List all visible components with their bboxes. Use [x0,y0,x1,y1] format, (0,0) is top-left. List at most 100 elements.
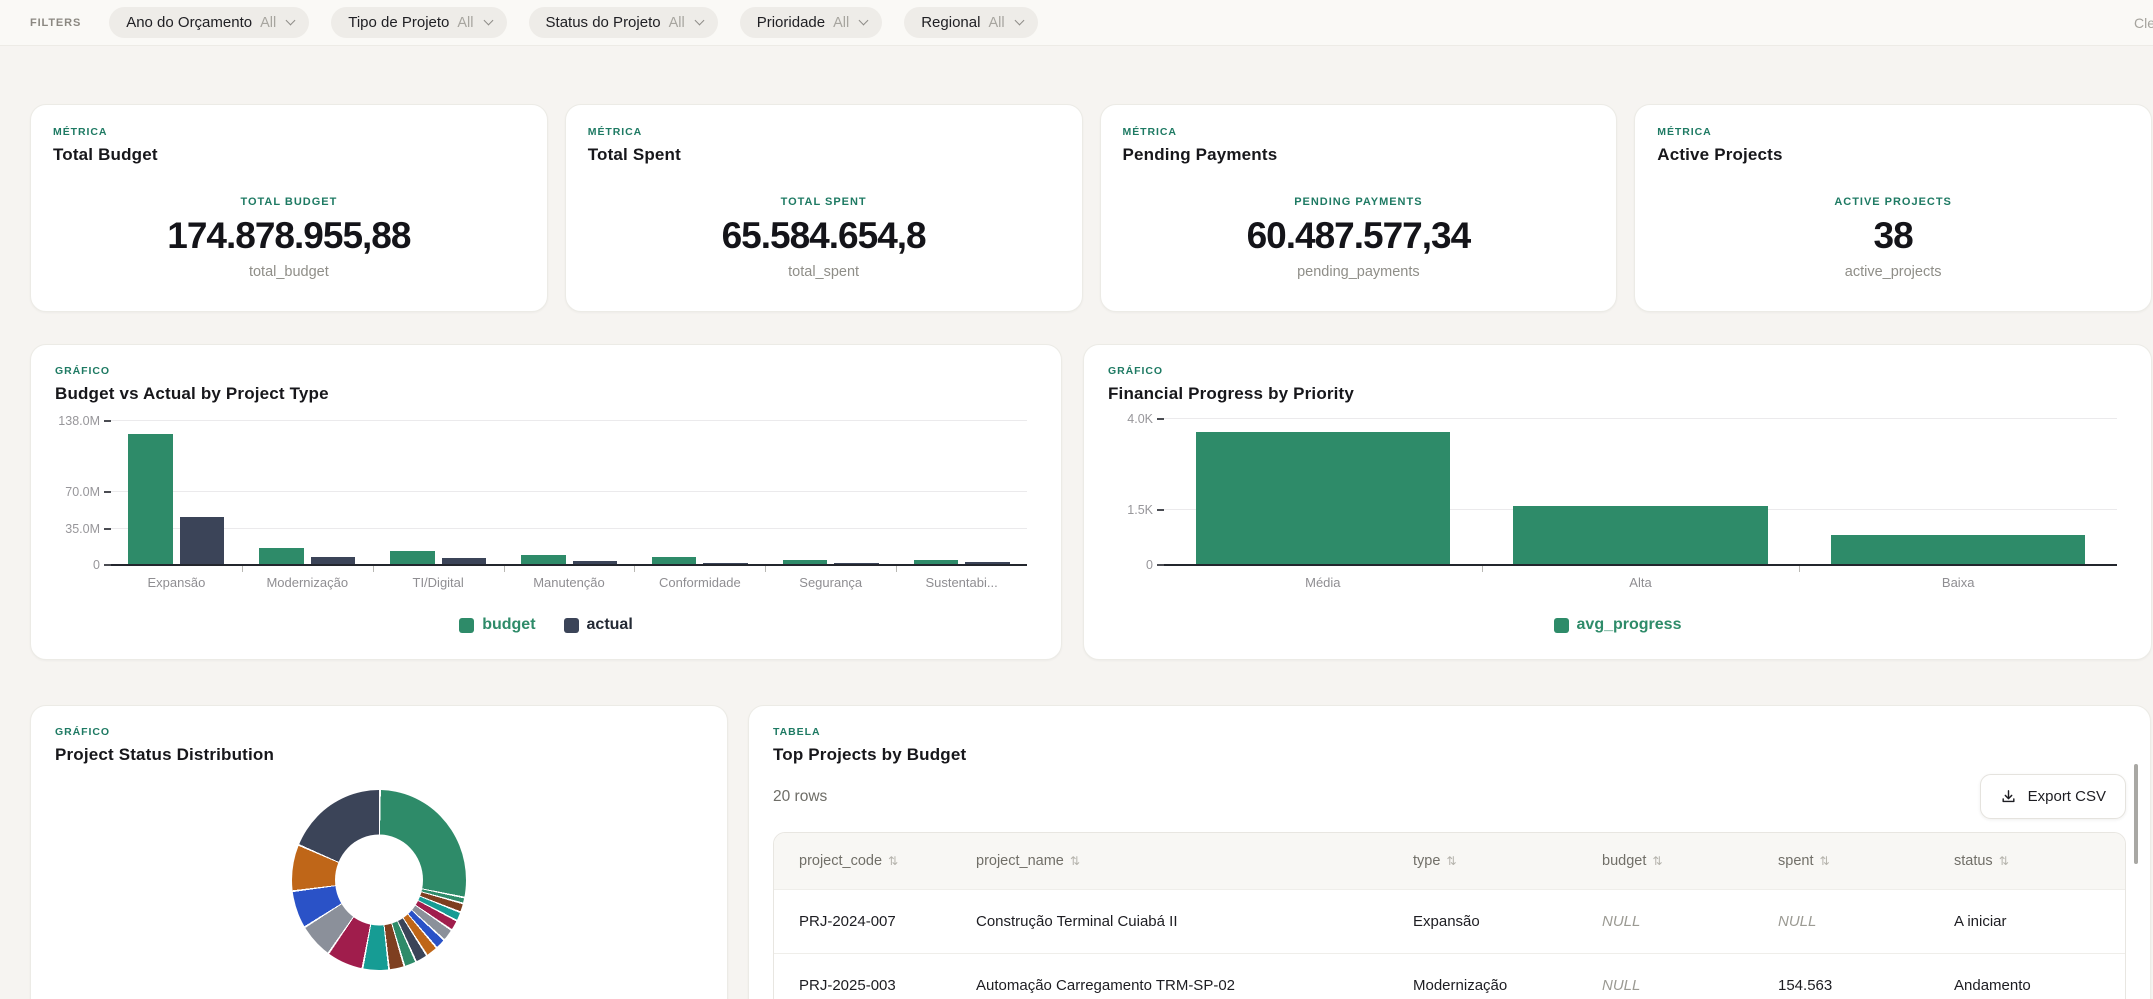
column-header-budget[interactable]: budget⇅ [1602,833,1778,890]
legend-item-actual[interactable]: actual [564,616,633,634]
filter-pill-status-do-projeto[interactable]: Status do ProjetoAll [529,7,718,38]
x-axis-tick [242,566,243,572]
dashboard-page: FILTERS Ano do OrçamentoAllTipo de Proje… [0,0,2153,999]
bar-group-alta [1482,417,1800,565]
x-axis-label-modernizacao: Modernização [242,575,373,590]
bar-budget-expansao [128,434,172,565]
table-cell: NULL [1778,890,1954,954]
legend-label: budget [482,616,535,634]
table-cell: Construção Terminal Cuiabá II [976,890,1413,954]
chart-legend: avg_progress [1108,616,2127,634]
column-header-spent[interactable]: spent⇅ [1778,833,1954,890]
y-axis-tick [104,564,111,566]
filter-pill-value: All [833,15,849,31]
column-header-project-name[interactable]: project_name⇅ [976,833,1413,890]
table-card-top-projects: TABELA Top Projects by Budget 20 rows Ex… [748,705,2151,999]
filter-bar: FILTERS Ano do OrçamentoAllTipo de Proje… [0,0,2153,46]
y-axis-tick [104,491,111,493]
x-axis-label-manutencao: Manutenção [504,575,635,590]
bar-actual-expansao [180,517,224,565]
x-axis-line [1157,564,2117,566]
chevron-down-icon [1014,16,1024,26]
bar-group-sustentabi [896,417,1027,565]
table-cell: PRJ-2025-003 [774,954,976,999]
column-header-label: type [1413,853,1440,869]
export-csv-button[interactable]: Export CSV [1980,774,2126,819]
x-axis-label-conformidade: Conformidade [634,575,765,590]
metric-kicker: MÉTRICA [1657,126,2129,138]
column-header-project-code[interactable]: project_code⇅ [774,833,976,890]
metric-value: 174.878.955,88 [53,215,525,257]
y-axis-tick-label: 0 [1146,558,1153,572]
y-axis-tick [1157,509,1164,511]
filter-pill-value: All [457,15,473,31]
metric-card-active-projects: MÉTRICAActive ProjectsACTIVE PROJECTS38a… [1634,104,2152,312]
filter-pill-ano-do-orcamento[interactable]: Ano do OrçamentoAll [109,7,309,38]
metric-kicker: MÉTRICA [53,126,525,138]
export-csv-label: Export CSV [2028,788,2106,805]
dashboard-main: MÉTRICATotal BudgetTOTAL BUDGET174.878.9… [0,46,2153,999]
y-axis-tick [104,528,111,530]
metric-label: TOTAL BUDGET [53,196,525,208]
x-axis-label-sustentabi: Sustentabi... [896,575,1027,590]
metric-card-total-spent: MÉTRICATotal SpentTOTAL SPENT65.584.654,… [565,104,1083,312]
metric-field-name: total_budget [53,264,525,280]
table-cell: NULL [1602,890,1778,954]
x-axis-label-ti-digital: TI/Digital [373,575,504,590]
chart-legend: budget actual [55,616,1037,634]
metric-label: ACTIVE PROJECTS [1657,196,2129,208]
download-icon [2000,788,2017,805]
legend-swatch [1554,618,1569,633]
legend-label: actual [587,616,633,634]
legend-swatch [564,618,579,633]
legend-label: avg_progress [1577,616,1682,634]
filter-pill-regional[interactable]: RegionalAll [904,7,1037,38]
filter-pill-label: Ano do Orçamento [126,14,252,31]
metric-value: 65.584.654,8 [588,215,1060,257]
x-axis-tick [1799,566,1800,572]
bar-group-conformidade [634,417,765,565]
metric-value: 60.487.577,34 [1123,215,1595,257]
table-scrollbar[interactable] [2134,764,2138,864]
y-axis-tick [104,420,111,422]
table-cell: Automação Carregamento TRM-SP-02 [976,954,1413,999]
legend-item-avg-progress[interactable]: avg_progress [1554,616,1682,634]
filter-pill-tipo-de-projeto[interactable]: Tipo de ProjetoAll [331,7,506,38]
column-header-type[interactable]: type ⇅ [1413,833,1602,890]
bar-group-ti-digital [373,417,504,565]
chevron-down-icon [859,16,869,26]
x-axis-labels: MédiaAltaBaixa [1164,575,2117,590]
bar-group-manutencao [504,417,635,565]
chart-title: Project Status Distribution [55,745,703,765]
bar-budget-modernizacao [259,548,303,565]
sort-icon: ⇅ [1070,854,1080,868]
sort-icon: ⇅ [1999,854,2009,868]
legend-item-budget[interactable]: budget [459,616,535,634]
table-title: Top Projects by Budget [773,745,2126,765]
column-header-status[interactable]: status ⇅ [1954,833,2126,890]
column-header-label: project_code [799,853,882,869]
y-axis-tick-label: 70.0M [65,485,100,499]
filters-label: FILTERS [30,17,81,29]
filter-pill-prioridade[interactable]: Prioridade All [740,7,883,38]
table-cell: Modernização [1413,954,1602,999]
column-header-label: status [1954,853,1993,869]
table-row: PRJ-2024-007Construção Terminal Cuiabá I… [774,890,2126,954]
chart-kicker: GRÁFICO [55,726,703,738]
chart-card-status-distribution: GRÁFICO Project Status Distribution [30,705,728,999]
x-axis-tick [634,566,635,572]
table-cell: Andamento [1954,954,2126,999]
bar-group-baixa [1799,417,2117,565]
chevron-down-icon [694,16,704,26]
table-cell: Expansão [1413,890,1602,954]
projects-table-container: project_code⇅project_name⇅type⇅budget⇅sp… [773,832,2126,999]
metric-title: Pending Payments [1123,145,1595,165]
sort-icon: ⇅ [1446,854,1456,868]
row-count: 20 rows [773,788,827,806]
metric-kicker: MÉTRICA [1123,126,1595,138]
filter-pill-label: Prioridade [757,14,825,31]
clear-filters-link[interactable]: Cle [2134,15,2153,31]
metric-card-pending-payments: MÉTRICAPending PaymentsPENDING PAYMENTS6… [1100,104,1618,312]
legend-swatch [459,618,474,633]
metric-cards-row: MÉTRICATotal BudgetTOTAL BUDGET174.878.9… [30,104,2152,312]
